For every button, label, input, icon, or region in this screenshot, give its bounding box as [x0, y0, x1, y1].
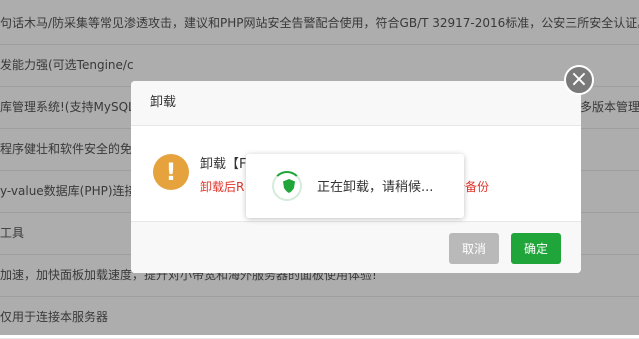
- dialog-message-title: 卸载【F: [200, 157, 247, 172]
- dialog-title: 卸载: [131, 81, 581, 126]
- shield-icon: [283, 179, 295, 193]
- dialog-warning-left: 卸载后R: [200, 180, 245, 194]
- cancel-button[interactable]: 取消: [449, 233, 499, 264]
- warning-icon: !: [153, 154, 189, 190]
- dialog-footer: 取消 确定: [131, 221, 581, 273]
- loading-text: 正在卸载，请稍候...: [317, 180, 434, 195]
- close-icon[interactable]: ×: [564, 65, 594, 95]
- loading-spinner-icon: [272, 171, 302, 201]
- confirm-button[interactable]: 确定: [511, 233, 561, 264]
- loading-toast: 正在卸载，请稍候...: [246, 154, 464, 218]
